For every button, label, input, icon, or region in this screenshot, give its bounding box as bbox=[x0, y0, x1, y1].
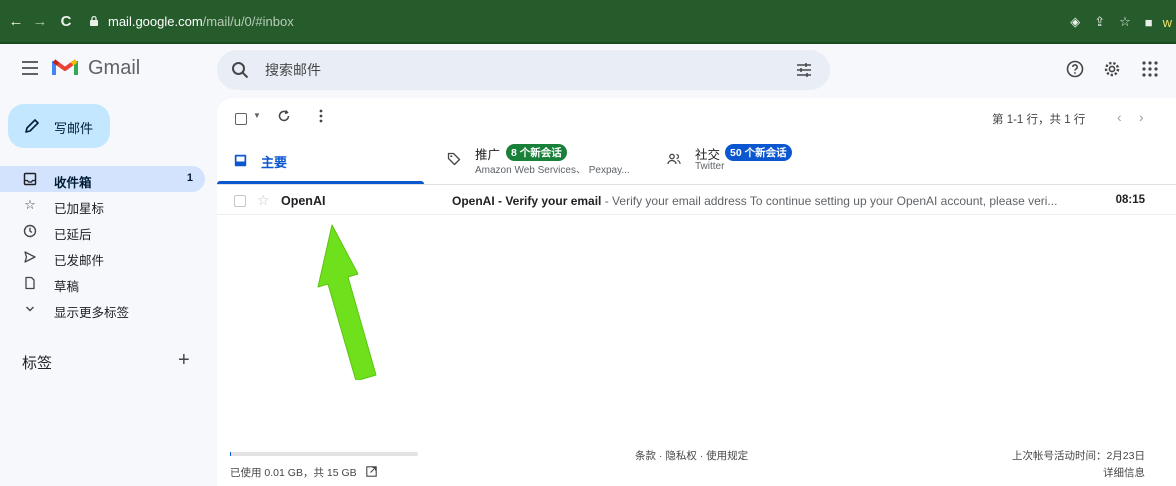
labels-heading: 标签 bbox=[22, 355, 53, 372]
compose-label: 写邮件 bbox=[54, 121, 94, 136]
sidebar-item-label: 已发邮件 bbox=[54, 254, 105, 268]
star-icon: ☆ bbox=[24, 197, 36, 212]
storage-meter bbox=[230, 452, 418, 456]
search-icon[interactable] bbox=[231, 61, 249, 79]
email-time: 08:15 bbox=[1115, 194, 1145, 206]
sidebar-item-snoozed[interactable]: 已延后 bbox=[0, 218, 205, 244]
sidebar-item-starred[interactable]: ☆ 已加星标 bbox=[0, 192, 205, 218]
details-link[interactable]: 详细信息 bbox=[1012, 465, 1145, 482]
next-page-icon[interactable]: › bbox=[1139, 109, 1144, 125]
storage-fill bbox=[230, 452, 231, 456]
select-all-checkbox[interactable] bbox=[235, 113, 247, 125]
external-link-icon[interactable] bbox=[365, 466, 377, 477]
add-label-icon[interactable]: + bbox=[178, 349, 190, 372]
lock-icon bbox=[90, 15, 98, 26]
storage-usage: 已使用 0.01 GB，共 15 GB bbox=[230, 465, 377, 480]
refresh-icon[interactable] bbox=[277, 109, 291, 123]
tab-senders: Twitter bbox=[695, 161, 725, 172]
sidebar-item-label: 草稿 bbox=[54, 280, 80, 294]
gmail-logo-icon[interactable] bbox=[52, 57, 78, 77]
pencil-icon bbox=[25, 119, 39, 133]
profile-avatar[interactable]: w bbox=[1163, 15, 1172, 30]
compose-button[interactable]: 写邮件 bbox=[8, 104, 110, 148]
settings-gear-icon[interactable] bbox=[1103, 60, 1121, 78]
chevron-down-icon bbox=[26, 306, 34, 312]
inbox-icon bbox=[234, 154, 247, 167]
star-icon[interactable]: ☆ bbox=[257, 192, 270, 209]
email-sender: OpenAI bbox=[281, 194, 326, 208]
browser-toolbar: ← → C mail.google.com/mail/u/0/#inbox ◈ … bbox=[0, 0, 1176, 44]
help-icon[interactable] bbox=[1066, 60, 1084, 78]
send-icon bbox=[24, 251, 36, 263]
url-path: /mail/u/0/#inbox bbox=[202, 13, 294, 29]
new-conversations-badge: 50 个新会话 bbox=[725, 144, 792, 161]
tab-label: 主要 bbox=[261, 155, 288, 170]
pagination-text: 第 1-1 行，共 1 行 bbox=[992, 114, 1086, 126]
tab-primary[interactable]: 主要 bbox=[217, 140, 424, 184]
main-menu-icon[interactable] bbox=[22, 61, 38, 75]
reload-icon[interactable]: C bbox=[56, 13, 76, 30]
bookmark-star-icon[interactable]: ☆ bbox=[1119, 14, 1131, 30]
previous-page-icon[interactable]: ‹ bbox=[1117, 109, 1122, 125]
more-options-icon[interactable] bbox=[317, 109, 325, 123]
footer-links[interactable]: 条款 · 隐私权 · 使用规定 bbox=[635, 448, 748, 463]
inbox-icon bbox=[23, 172, 37, 186]
url-host: mail.google.com bbox=[108, 13, 203, 29]
annotation-arrow bbox=[317, 224, 377, 380]
window-icon[interactable]: ■ bbox=[1145, 15, 1153, 30]
search-options-icon[interactable] bbox=[796, 62, 812, 78]
tab-social[interactable]: 社交 50 个新会话 Twitter bbox=[657, 140, 867, 184]
sidebar-item-more[interactable]: 显示更多标签 bbox=[0, 296, 205, 322]
email-row[interactable]: ☆ OpenAI OpenAI - Verify your email - Ve… bbox=[217, 187, 1176, 215]
unread-count: 1 bbox=[186, 172, 193, 184]
tag-icon bbox=[447, 152, 461, 166]
account-activity: 上次帐号活动时间：2月23日 详细信息 bbox=[1012, 448, 1145, 482]
sidebar-item-label: 已加星标 bbox=[54, 202, 105, 216]
row-checkbox[interactable] bbox=[234, 195, 246, 207]
email-snippet: - Verify your email address To continue … bbox=[601, 194, 1058, 208]
storage-text: 已使用 0.01 GB，共 15 GB bbox=[230, 467, 357, 479]
sidebar-item-label: 已延后 bbox=[54, 228, 92, 242]
sidebar-item-sent[interactable]: 已发邮件 bbox=[0, 244, 205, 270]
google-apps-icon[interactable] bbox=[1142, 61, 1158, 77]
gmail-header: Gmail bbox=[0, 44, 1176, 96]
email-subject: OpenAI - Verify your email bbox=[452, 194, 602, 208]
sidebar-item-drafts[interactable]: 草稿 bbox=[0, 270, 205, 296]
people-icon bbox=[667, 153, 681, 165]
sidebar-item-label: 显示更多标签 bbox=[54, 306, 130, 320]
clock-icon bbox=[23, 224, 37, 238]
select-dropdown-icon[interactable]: ▼ bbox=[253, 111, 261, 120]
search-bar[interactable] bbox=[217, 50, 830, 90]
back-icon[interactable]: ← bbox=[6, 13, 26, 30]
share-icon[interactable]: ⇪ bbox=[1094, 14, 1105, 30]
sidebar-nav: 收件箱 1 ☆ 已加星标 已延后 已发邮件 草稿 显示更多标签 bbox=[0, 166, 205, 322]
address-bar[interactable]: mail.google.com/mail/u/0/#inbox bbox=[88, 8, 294, 34]
email-preview: OpenAI - Verify your email - Verify your… bbox=[452, 194, 1082, 208]
new-conversations-badge: 8 个新会话 bbox=[506, 144, 567, 161]
search-input[interactable] bbox=[265, 50, 745, 90]
tab-senders: Amazon Web Services、 Pexpay... bbox=[475, 165, 630, 176]
sidebar-item-inbox[interactable]: 收件箱 1 bbox=[0, 166, 205, 192]
sidebar-item-label: 收件箱 bbox=[54, 176, 92, 190]
tabs-divider bbox=[217, 184, 1176, 185]
extension-icon[interactable]: ◈ bbox=[1070, 14, 1080, 30]
draft-icon bbox=[25, 276, 35, 290]
tab-promotions[interactable]: 推广 8 个新会话 Amazon Web Services、 Pexpay... bbox=[437, 140, 647, 184]
gmail-wordmark: Gmail bbox=[88, 57, 141, 79]
last-activity-text: 上次帐号活动时间：2月23日 bbox=[1011, 450, 1145, 462]
forward-icon[interactable]: → bbox=[30, 13, 50, 30]
